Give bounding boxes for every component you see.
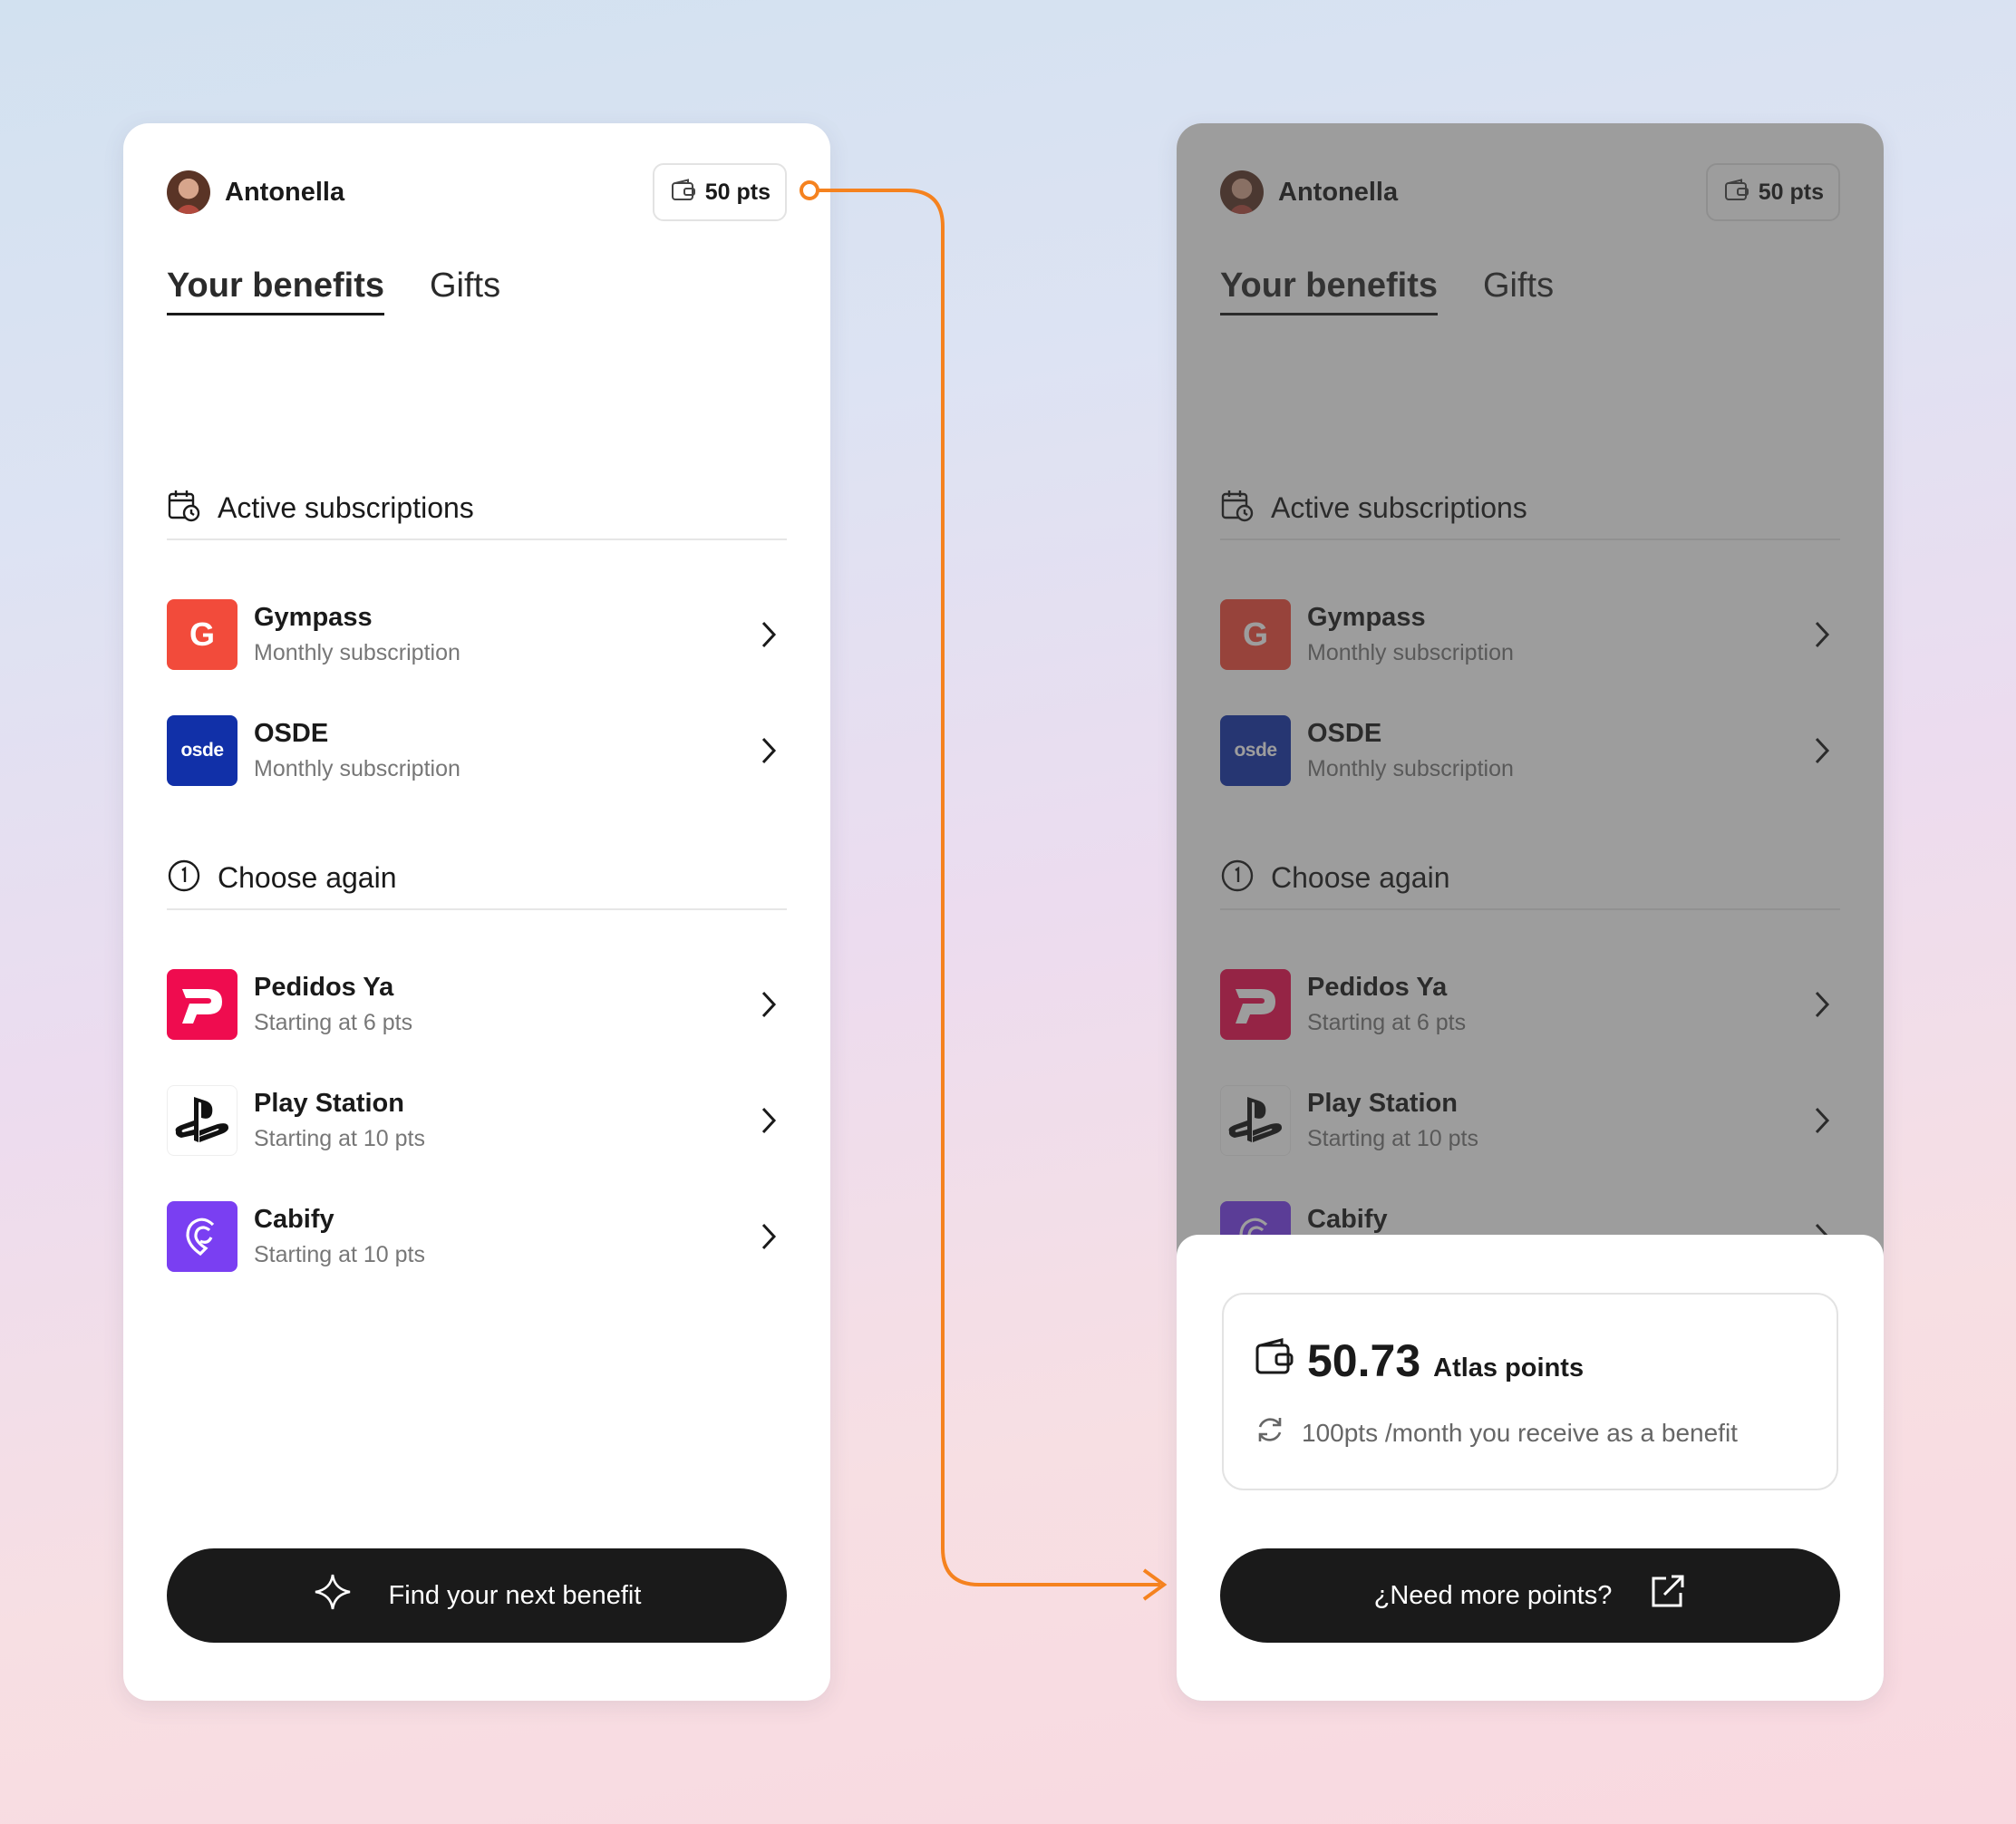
- tab-gifts[interactable]: Gifts: [430, 267, 500, 315]
- points-badge-label: 50 pts: [704, 179, 771, 205]
- section-active-subscriptions: Active subscriptions: [167, 477, 787, 540]
- external-link-icon: [1648, 1573, 1686, 1618]
- item-subtitle: Monthly subscription: [254, 640, 460, 665]
- benefits-screen-default: Antonella 50 pts Your benefits Gifts Act…: [123, 123, 830, 1701]
- list-item-pedidos-ya[interactable]: Pedidos Ya Starting at 6 pts: [167, 968, 787, 1041]
- chevron-right-icon[interactable]: [751, 1218, 787, 1255]
- arrowhead-icon: [1142, 1568, 1168, 1601]
- playstation-logo: [167, 1085, 237, 1156]
- item-title: Pedidos Ya: [254, 973, 394, 1002]
- item-title: Gympass: [254, 603, 373, 632]
- chevron-right-icon[interactable]: [751, 1102, 787, 1139]
- list-item-gympass[interactable]: G Gympass Monthly subscription: [167, 598, 787, 671]
- points-card: 50.73 Atlas points 100pts /month you rec…: [1222, 1293, 1838, 1490]
- item-title: Cabify: [254, 1205, 334, 1234]
- chevron-right-icon[interactable]: [751, 733, 787, 769]
- wallet-icon: [1255, 1338, 1294, 1381]
- connector-line: [818, 189, 1160, 1586]
- tab-bar: Your benefits Gifts: [167, 267, 500, 315]
- item-subtitle: Starting at 10 pts: [254, 1126, 426, 1151]
- list-item-cabify[interactable]: Cabify Starting at 10 pts: [167, 1200, 787, 1273]
- wallet-icon: [671, 178, 696, 207]
- chevron-right-icon[interactable]: [751, 986, 787, 1023]
- points-unit: Atlas points: [1433, 1353, 1585, 1383]
- item-subtitle: Monthly subscription: [254, 756, 460, 781]
- header: Antonella 50 pts: [167, 163, 787, 221]
- refresh-icon: [1255, 1414, 1285, 1451]
- sparkle-icon: [313, 1572, 353, 1619]
- user-name: Antonella: [225, 177, 345, 207]
- history-icon: [167, 859, 201, 897]
- user-profile[interactable]: Antonella: [167, 170, 344, 214]
- gympass-logo: G: [167, 599, 237, 670]
- item-title: OSDE: [254, 719, 329, 748]
- calendar-clock-icon: [167, 489, 201, 528]
- pedidos-ya-logo: [167, 969, 237, 1040]
- button-label: Find your next benefit: [388, 1580, 642, 1610]
- section-title: Active subscriptions: [218, 490, 474, 524]
- need-more-points-button[interactable]: ¿Need more points?: [1220, 1548, 1840, 1643]
- item-title: Play Station: [254, 1089, 404, 1118]
- points-badge[interactable]: 50 pts: [652, 163, 787, 221]
- button-label: ¿Need more points?: [1373, 1580, 1613, 1610]
- list-item-osde[interactable]: osde OSDE Monthly subscription: [167, 714, 787, 787]
- tab-your-benefits[interactable]: Your benefits: [167, 267, 384, 315]
- osde-logo: osde: [167, 715, 237, 786]
- points-note: 100pts /month you receive as a benefit: [1302, 1418, 1738, 1447]
- cabify-logo: [167, 1201, 237, 1272]
- points-bottom-sheet: 50.73 Atlas points 100pts /month you rec…: [1177, 1235, 1884, 1701]
- section-choose-again: Choose again: [167, 847, 787, 910]
- item-subtitle: Starting at 6 pts: [254, 1010, 413, 1035]
- benefits-screen-points-sheet: Antonella 50 pts Your benefits Gifts Act…: [1177, 123, 1884, 1701]
- points-value: 50.73: [1307, 1335, 1421, 1386]
- item-subtitle: Starting at 10 pts: [254, 1242, 426, 1267]
- avatar: [167, 170, 210, 214]
- find-next-benefit-button[interactable]: Find your next benefit: [167, 1548, 787, 1643]
- list-item-play-station[interactable]: Play Station Starting at 10 pts: [167, 1084, 787, 1157]
- chevron-right-icon[interactable]: [751, 616, 787, 653]
- section-title: Choose again: [218, 860, 397, 894]
